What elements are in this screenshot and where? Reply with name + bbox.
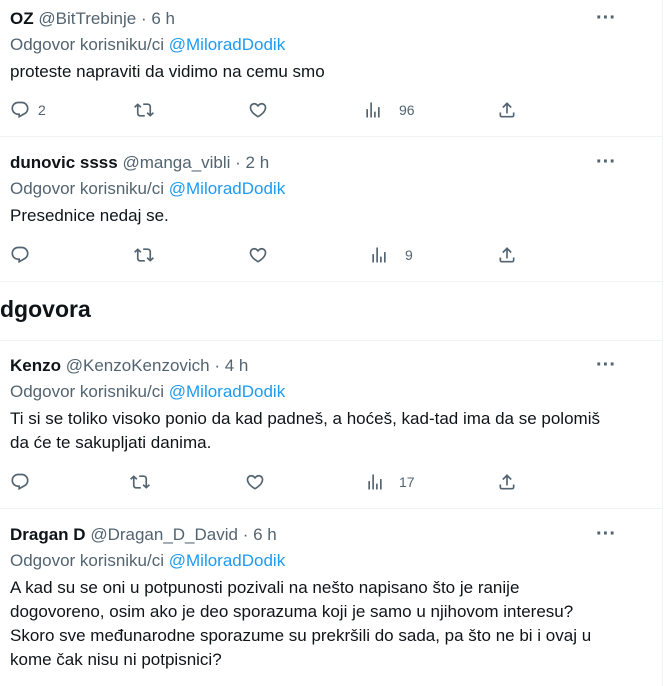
retweet-button[interactable] — [130, 471, 150, 493]
divider — [0, 508, 662, 509]
retweet-button[interactable] — [134, 99, 154, 121]
more-icon[interactable]: ··· — [594, 355, 618, 377]
like-button[interactable] — [248, 99, 268, 121]
share-icon — [497, 245, 517, 265]
tweet-time[interactable]: · 2 h — [235, 153, 269, 172]
views-count: 17 — [399, 474, 415, 490]
views-button[interactable]: 17 — [365, 471, 415, 493]
tweet-time[interactable]: · 6 h — [243, 525, 277, 544]
tweet-header: Dragan D @Dragan_D_David · 6 h — [10, 525, 277, 545]
retweet-icon — [134, 100, 154, 120]
reply-mention[interactable]: @MiloradDodik — [169, 179, 285, 198]
tweet-time[interactable]: · 4 h — [214, 356, 248, 375]
like-button[interactable] — [245, 471, 265, 493]
reply-mention[interactable]: @MiloradDodik — [169, 382, 285, 401]
tweet-time[interactable]: · 6 h — [141, 9, 175, 28]
like-button[interactable] — [248, 244, 268, 266]
author-name[interactable]: Dragan D — [10, 525, 86, 544]
reply-mention[interactable]: @MiloradDodik — [169, 35, 285, 54]
retweet-icon — [130, 472, 150, 492]
reply-prefix: Odgovor korisniku/ci — [10, 35, 165, 54]
more-icon[interactable]: ··· — [594, 8, 618, 30]
reply-button[interactable] — [10, 244, 30, 266]
author-handle[interactable]: @manga_vibli — [122, 153, 230, 172]
author-handle[interactable]: @BitTrebinje — [38, 9, 136, 28]
tweet-text: A kad su se oni u potpunosti pozivali na… — [10, 578, 592, 669]
reply-count: 2 — [38, 102, 46, 118]
views-icon — [363, 100, 383, 120]
tweet-header: dunovic ssss @manga_vibli · 2 h — [10, 153, 269, 173]
tweet-header: Kenzo @KenzoKenzovich · 4 h — [10, 356, 248, 376]
author-handle[interactable]: @KenzoKenzovich — [66, 356, 210, 375]
divider — [0, 281, 662, 282]
column-border — [662, 0, 663, 686]
reply-icon — [10, 100, 30, 120]
reply-mention[interactable]: @MiloradDodik — [169, 551, 285, 570]
reply-button[interactable]: 2 — [10, 99, 46, 121]
views-icon — [365, 472, 385, 492]
author-name[interactable]: Kenzo — [10, 356, 61, 375]
heart-icon — [245, 472, 265, 492]
views-button[interactable]: 9 — [369, 244, 413, 266]
share-button[interactable] — [497, 99, 517, 121]
reply-icon — [10, 472, 30, 492]
tweet-text: proteste napraviti da vidimo na cemu smo — [10, 62, 325, 81]
views-count: 96 — [399, 102, 415, 118]
retweet-icon — [134, 245, 154, 265]
tweet-text: Ti si se toliko visoko ponio da kad padn… — [10, 409, 600, 452]
share-button[interactable] — [497, 471, 517, 493]
reply-icon — [10, 245, 30, 265]
reply-button[interactable] — [10, 471, 30, 493]
reply-context: Odgovor korisniku/ci @MiloradDodik — [10, 382, 285, 402]
author-name[interactable]: OZ — [10, 9, 34, 28]
reply-context: Odgovor korisniku/ci @MiloradDodik — [10, 551, 285, 571]
reply-context: Odgovor korisniku/ci @MiloradDodik — [10, 35, 285, 55]
more-icon[interactable]: ··· — [594, 524, 618, 546]
views-count: 9 — [405, 247, 413, 263]
divider — [0, 340, 662, 341]
tweet-text: Presednice nedaj se. — [10, 206, 169, 225]
share-icon — [497, 100, 517, 120]
heart-icon — [248, 245, 268, 265]
heart-icon — [248, 100, 268, 120]
reply-prefix: Odgovor korisniku/ci — [10, 382, 165, 401]
share-icon — [497, 472, 517, 492]
share-button[interactable] — [497, 244, 517, 266]
divider — [0, 136, 662, 137]
views-button[interactable]: 96 — [363, 99, 415, 121]
views-icon — [369, 245, 389, 265]
author-name[interactable]: dunovic ssss — [10, 153, 118, 172]
section-title: dgovora — [0, 296, 91, 322]
author-handle[interactable]: @Dragan_D_David — [90, 525, 238, 544]
reply-prefix: Odgovor korisniku/ci — [10, 551, 165, 570]
reply-prefix: Odgovor korisniku/ci — [10, 179, 165, 198]
more-icon[interactable]: ··· — [594, 152, 618, 174]
reply-context: Odgovor korisniku/ci @MiloradDodik — [10, 179, 285, 199]
tweet-header: OZ @BitTrebinje · 6 h — [10, 9, 175, 29]
retweet-button[interactable] — [134, 244, 154, 266]
